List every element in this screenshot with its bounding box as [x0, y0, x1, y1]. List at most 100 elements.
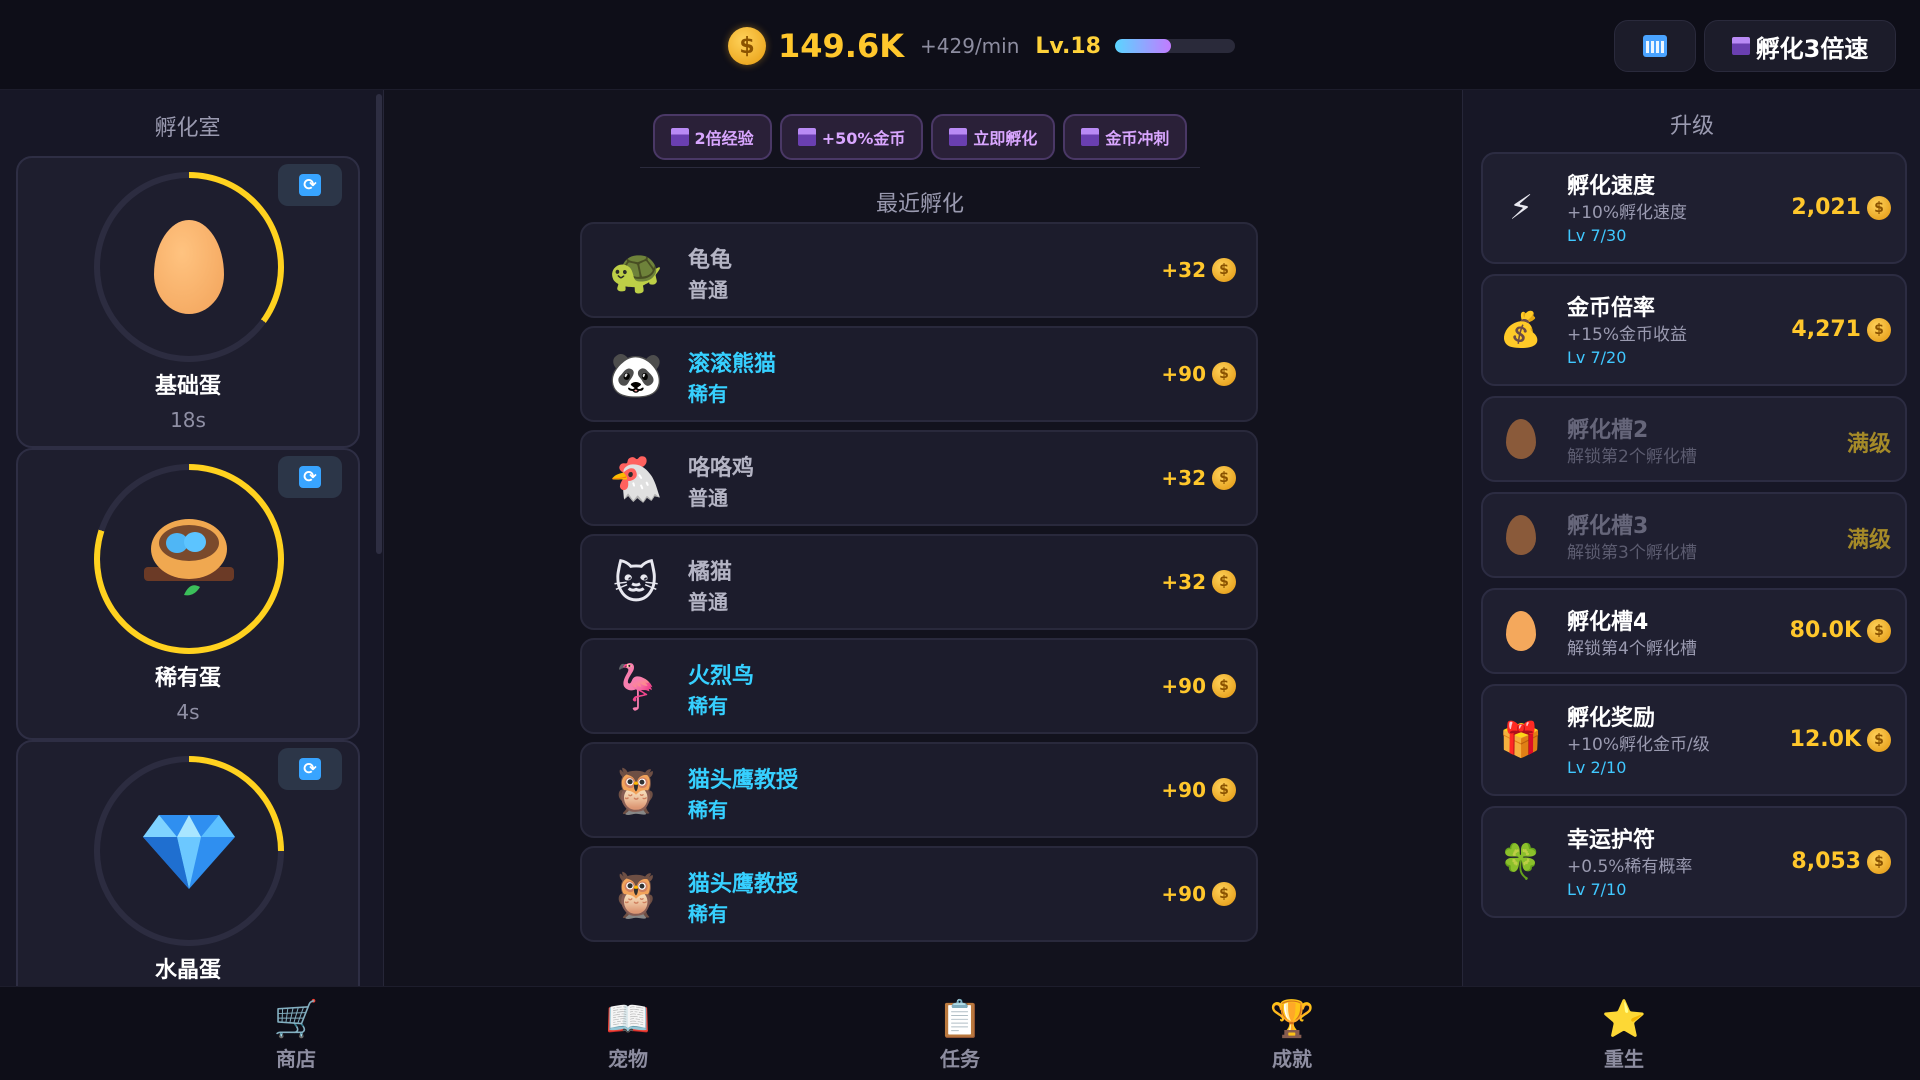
coin-icon: $ — [1867, 727, 1891, 752]
upgrade-desc: +15%金币收益 — [1567, 325, 1688, 345]
refresh-button[interactable]: ⟳ — [278, 164, 342, 206]
nav-label: 成就 — [1272, 1047, 1312, 1071]
gold-gain: +32 $ — [1161, 570, 1236, 594]
incubator-slot-3[interactable]: ⟳ 水晶蛋 — [16, 740, 360, 986]
upgrade-level: Lv 7/20 — [1567, 348, 1627, 367]
egg-icon — [1499, 417, 1543, 461]
upgrade-desc: 解锁第4个孵化槽 — [1567, 639, 1697, 659]
progress-ring — [94, 756, 284, 946]
clapperboard-icon — [1081, 128, 1100, 146]
upgrade-cost: 80.0K $ — [1790, 618, 1891, 643]
boost-gold-rush-button[interactable]: 金币冲刺 — [1063, 114, 1188, 160]
boost-instant-hatch-button[interactable]: 立即孵化 — [931, 114, 1056, 160]
pet-rarity: 稀有 — [688, 382, 728, 406]
pet-name: 火烈鸟 — [688, 664, 755, 689]
hatch-row: 🦉 猫头鹰教授 稀有 +90 $ — [580, 742, 1258, 838]
refresh-button[interactable]: ⟳ — [278, 456, 342, 498]
upgrade-card[interactable]: 孵化槽3 解锁第3个孵化槽 满级 — [1481, 492, 1907, 578]
recent-hatch-title: 最近孵化 — [875, 192, 964, 217]
nav-item[interactable]: 📋 任务 — [900, 997, 1020, 1072]
nest-icon — [100, 470, 278, 648]
gold-gain: +32 $ — [1161, 258, 1236, 282]
upgrade-name: 幸运护符 — [1567, 828, 1656, 853]
incubator-scrollbar[interactable] — [376, 94, 382, 554]
coin-icon: $ — [1212, 570, 1236, 594]
pet-icon: 🐼 — [608, 350, 664, 401]
egg-icon — [1499, 513, 1543, 557]
nav-item[interactable]: 🏆 成就 — [1232, 997, 1352, 1072]
upgrade-card[interactable]: 孵化槽4 解锁第4个孵化槽 80.0K $ — [1481, 588, 1907, 674]
boost-gold-button[interactable]: +50%金币 — [779, 114, 924, 160]
incubator-timer: 18s — [170, 408, 206, 432]
speed-boost-button[interactable]: 孵化3倍速 — [1704, 20, 1896, 72]
upgrade-cost: 12.0K $ — [1790, 727, 1891, 752]
incubator-slot-1[interactable]: ⟳ 基础蛋 18s — [16, 156, 360, 448]
incubator-egg-name: 基础蛋 — [154, 374, 221, 399]
calendar-icon — [1643, 35, 1667, 57]
calendar-button[interactable] — [1614, 20, 1696, 72]
refresh-icon: ⟳ — [299, 174, 321, 196]
pet-rarity: 稀有 — [688, 694, 728, 718]
incubator-slot-2[interactable]: ⟳ 稀有蛋 4s — [16, 448, 360, 740]
nav-icon: 📋 — [937, 999, 983, 1040]
coin-icon: $ — [1867, 195, 1891, 220]
boost-double-xp-button[interactable]: 2倍经验 — [652, 114, 772, 160]
gold-gain-value: +90 — [1161, 882, 1206, 906]
hatch-row: 🐼 滚滚熊猫稀有 +90 $ — [580, 326, 1258, 422]
upgrade-desc: +10%孵化金币/级 — [1567, 735, 1710, 755]
pet-icon: 🐱 — [613, 558, 659, 609]
game-screen: $ 149.6K +429/min Lv.18 孵化3倍速 孵化室 ⟳ 基础蛋 … — [0, 0, 1920, 1080]
gold-gain-value: +32 — [1161, 466, 1206, 490]
gold-gain-value: +90 — [1161, 778, 1206, 802]
nav-item[interactable]: ⭐ 重生 — [1564, 997, 1684, 1072]
nav-item[interactable]: 📖 宠物 — [568, 997, 688, 1072]
hatch-row: 🐱 橘猫 普通 +32 $ — [580, 534, 1258, 630]
upgrade-cost-value: 80.0K — [1789, 618, 1861, 643]
refresh-button[interactable]: ⟳ — [278, 748, 342, 790]
upgrade-icon: ⚡ — [1509, 188, 1533, 228]
gold-gain: +90 $ — [1161, 362, 1236, 386]
upgrade-icon: 🍀 — [1499, 842, 1543, 882]
clapperboard-icon — [797, 128, 816, 146]
upgrade-level: Lv 2/10 — [1567, 758, 1627, 777]
upgrade-card[interactable]: ⚡ 孵化速度 +10%孵化速度 Lv 7/30 2,021 $ — [1481, 152, 1907, 264]
gold-gain: +90 $ — [1161, 882, 1236, 906]
upgrade-cost-value: 12.0K — [1789, 727, 1861, 752]
upgrade-card[interactable]: 🎁 孵化奖励 +10%孵化金币/级 Lv 2/10 12.0K $ — [1481, 684, 1907, 796]
boost-label: 立即孵化 — [973, 129, 1038, 148]
incubator-panel: 孵化室 ⟳ 基础蛋 18s ⟳ 稀有蛋 4s ⟳ 水晶蛋 — [0, 90, 384, 986]
gold-gain: +32 $ — [1161, 466, 1236, 490]
upgrade-desc: +0.5%稀有概率 — [1567, 857, 1693, 877]
pet-icon: 🦉 — [608, 870, 664, 921]
xp-progress-bar — [1114, 39, 1235, 53]
upgrade-name: 孵化奖励 — [1567, 706, 1656, 731]
incubator-timer: 4s — [176, 700, 200, 724]
refresh-icon: ⟳ — [299, 466, 321, 488]
upgrade-cost-value: 4,271 — [1791, 317, 1861, 342]
pet-icon: 🦉 — [608, 766, 664, 817]
pet-name: 猫头鹰教授 — [688, 872, 799, 897]
upgrade-card[interactable]: 🍀 幸运护符 +0.5%稀有概率 Lv 7/10 8,053 $ — [1481, 806, 1907, 918]
coin-icon: $ — [1867, 317, 1891, 342]
pet-rarity: 普通 — [688, 590, 728, 614]
upgrade-name: 孵化槽3 — [1567, 514, 1649, 539]
upgrade-icon: 🎁 — [1499, 720, 1543, 760]
upgrade-panel: 升级 ⚡ 孵化速度 +10%孵化速度 Lv 7/30 2,021 $ 💰 金币倍率 +15%金币… — [1462, 90, 1920, 986]
pet-icon: 🐢 — [608, 246, 664, 297]
nav-label: 宠物 — [608, 1047, 648, 1071]
upgrade-desc: +10%孵化速度 — [1567, 203, 1688, 223]
pet-icon: 🦩 — [608, 662, 664, 713]
upgrade-cost-value: 8,053 — [1791, 849, 1861, 874]
gold-gain-value: +90 — [1161, 674, 1206, 698]
pet-name: 咯咯鸡 — [688, 456, 755, 481]
upgrade-name: 金币倍率 — [1567, 296, 1656, 321]
pet-rarity: 普通 — [688, 486, 728, 510]
incubator-egg-name: 稀有蛋 — [154, 666, 221, 691]
upgrade-card[interactable]: 孵化槽2 解锁第2个孵化槽 满级 — [1481, 396, 1907, 482]
hatch-row: 🐢 龟龟 普通 +32 $ — [580, 222, 1258, 318]
pet-rarity: 普通 — [688, 278, 728, 302]
upgrade-level: Lv 7/10 — [1567, 880, 1627, 899]
pet-name: 滚滚熊猫 — [688, 352, 777, 377]
nav-item[interactable]: 🛒 商店 — [236, 997, 356, 1072]
upgrade-card[interactable]: 💰 金币倍率 +15%金币收益 Lv 7/20 4,271 $ — [1481, 274, 1907, 386]
